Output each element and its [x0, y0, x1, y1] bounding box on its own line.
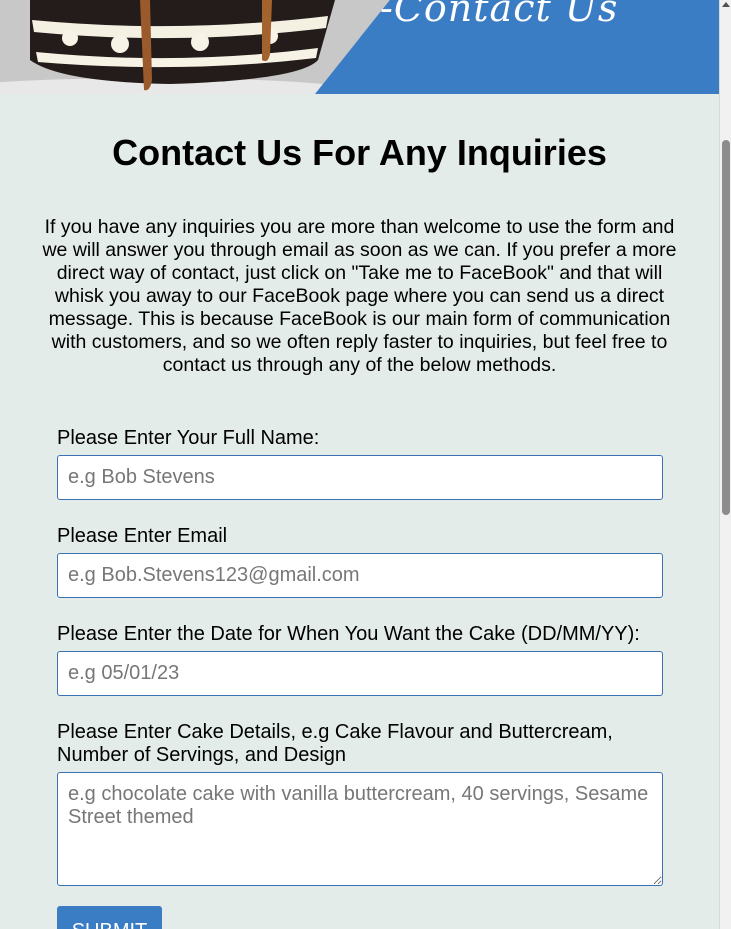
page-title: Contact Us For Any Inquiries — [112, 132, 607, 173]
banner-title: -Contact Us — [380, 0, 619, 30]
intro-paragraph: If you have any inquiries you are more t… — [42, 216, 677, 376]
scroll-up-arrow-icon[interactable] — [722, 2, 730, 7]
date-input[interactable] — [57, 651, 663, 696]
submit-button[interactable]: SUBMIT — [57, 906, 162, 929]
scrollbar-thumb[interactable] — [722, 140, 730, 515]
date-label: Please Enter the Date for When You Want … — [57, 623, 640, 645]
email-label: Please Enter Email — [57, 525, 228, 547]
full-name-input[interactable] — [57, 455, 663, 500]
name-label: Please Enter Your Full Name: — [57, 427, 320, 449]
page: -Contact Us Contact Us For Any Inquiries… — [0, 0, 719, 929]
header-banner: -Contact Us — [0, 0, 719, 94]
details-label: Please Enter Cake Details, e.g Cake Flav… — [57, 721, 613, 766]
vertical-scrollbar[interactable] — [719, 0, 731, 929]
cake-details-textarea[interactable] — [57, 772, 663, 886]
email-input[interactable] — [57, 553, 663, 598]
